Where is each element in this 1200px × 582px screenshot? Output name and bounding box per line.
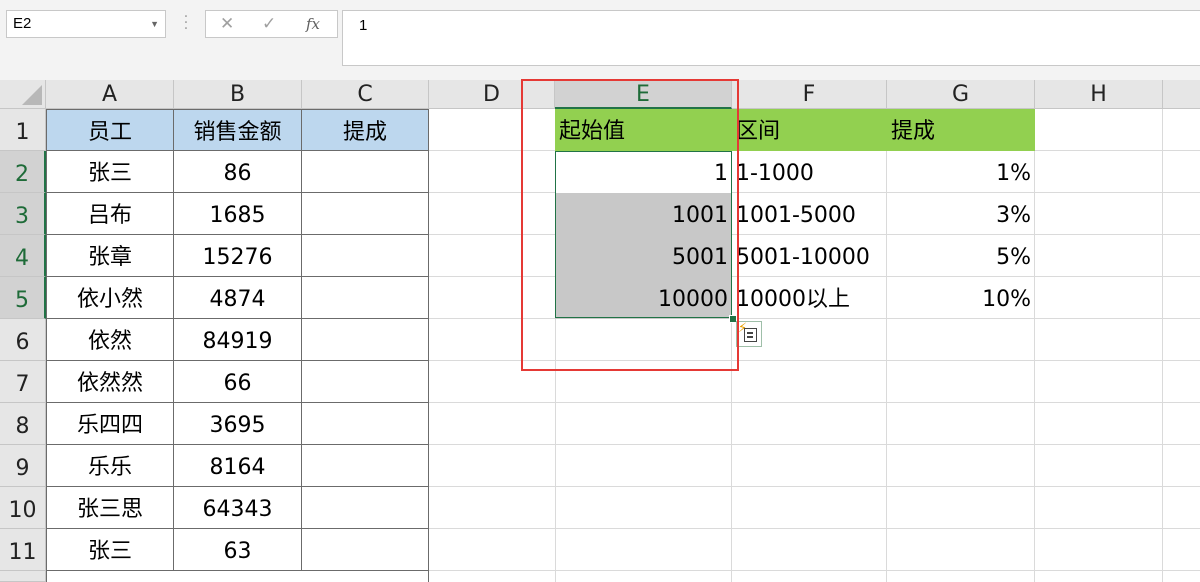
cell-f5[interactable]: 10000以上 [732, 277, 887, 319]
select-all-button[interactable] [0, 80, 46, 109]
column-header-h[interactable]: H [1035, 80, 1163, 109]
column-header-f[interactable]: F [732, 80, 887, 109]
cell-b7[interactable]: 66 [174, 361, 302, 403]
row-header-8[interactable]: 8 [0, 403, 46, 445]
fx-icon[interactable]: fx [306, 15, 320, 33]
row-header-9[interactable]: 9 [0, 445, 46, 487]
enter-icon[interactable]: ✓ [262, 14, 276, 34]
column-header-b[interactable]: B [174, 80, 302, 109]
clipboard-icon [744, 328, 757, 342]
cell-g4[interactable]: 5% [887, 235, 1035, 277]
cell-a2[interactable]: 张三 [46, 151, 174, 193]
cell-a5[interactable]: 依小然 [46, 277, 174, 319]
cell-f4[interactable]: 5001-10000 [732, 235, 887, 277]
name-box-value: E2 [13, 15, 32, 32]
more-options-icon[interactable]: · · · [182, 10, 190, 36]
cell-c9[interactable] [302, 445, 429, 487]
cell-b4[interactable]: 15276 [174, 235, 302, 277]
formula-buttons: ✕ ✓ fx [205, 10, 338, 38]
row-header-12[interactable] [0, 571, 46, 582]
column-header-c[interactable]: C [302, 80, 429, 109]
cell-a9[interactable]: 乐乐 [46, 445, 174, 487]
cell-b8[interactable]: 3695 [174, 403, 302, 445]
cell-c2[interactable] [302, 151, 429, 193]
cell-a6[interactable]: 依然 [46, 319, 174, 361]
cell-b3[interactable]: 1685 [174, 193, 302, 235]
cell-c7[interactable] [302, 361, 429, 403]
cell-b9[interactable]: 8164 [174, 445, 302, 487]
cell-c10[interactable] [302, 487, 429, 529]
row-header-1[interactable]: 1 [0, 109, 46, 151]
row-header-7[interactable]: 7 [0, 361, 46, 403]
row-header-4[interactable]: 4 [0, 235, 46, 277]
cell-g2[interactable]: 1% [887, 151, 1035, 193]
cell-a7[interactable]: 依然然 [46, 361, 174, 403]
name-box[interactable]: E2 ▼ [6, 10, 166, 38]
formula-bar: E2 ▼ · · · ✕ ✓ fx 1 [0, 0, 1200, 80]
cell-b10[interactable]: 64343 [174, 487, 302, 529]
row-header-10[interactable]: 10 [0, 487, 46, 529]
cell-a11[interactable]: 张三 [46, 529, 174, 571]
cell-g5[interactable]: 10% [887, 277, 1035, 319]
cell-a10[interactable]: 张三思 [46, 487, 174, 529]
row-header-11[interactable]: 11 [0, 529, 46, 571]
cell-c5[interactable] [302, 277, 429, 319]
cell-c8[interactable] [302, 403, 429, 445]
column-header-i[interactable] [1163, 80, 1200, 109]
row-header-6[interactable]: 6 [0, 319, 46, 361]
cell-f3[interactable]: 1001-5000 [732, 193, 887, 235]
gridline [1162, 109, 1163, 582]
cancel-icon[interactable]: ✕ [220, 14, 234, 34]
dropdown-arrow-icon[interactable]: ▼ [150, 11, 159, 37]
row-header-2[interactable]: 2 [0, 151, 46, 193]
cell-a1[interactable]: 员工 [46, 109, 174, 151]
cell-c11[interactable] [302, 529, 429, 571]
column-header-g[interactable]: G [887, 80, 1035, 109]
red-highlight-box [521, 79, 739, 371]
cell-c1[interactable]: 提成 [302, 109, 429, 151]
partial-row [46, 571, 429, 582]
cell-c3[interactable] [302, 193, 429, 235]
cell-b2[interactable]: 86 [174, 151, 302, 193]
cell-a4[interactable]: 张章 [46, 235, 174, 277]
row-header-3[interactable]: 3 [0, 193, 46, 235]
cell-c6[interactable] [302, 319, 429, 361]
cell-b1[interactable]: 销售金额 [174, 109, 302, 151]
cell-f1[interactable]: 区间 [732, 109, 887, 151]
quick-analysis-icon[interactable]: ⚡ [736, 321, 762, 347]
column-header-a[interactable]: A [46, 80, 174, 109]
cell-a8[interactable]: 乐四四 [46, 403, 174, 445]
cell-g1[interactable]: 提成 [887, 109, 1035, 151]
cell-g3[interactable]: 3% [887, 193, 1035, 235]
cell-b11[interactable]: 63 [174, 529, 302, 571]
cell-b5[interactable]: 4874 [174, 277, 302, 319]
cell-a3[interactable]: 吕布 [46, 193, 174, 235]
cell-b6[interactable]: 84919 [174, 319, 302, 361]
row-header-5[interactable]: 5 [0, 277, 46, 319]
cell-c4[interactable] [302, 235, 429, 277]
cell-f2[interactable]: 1-1000 [732, 151, 887, 193]
formula-input[interactable]: 1 [342, 10, 1200, 66]
